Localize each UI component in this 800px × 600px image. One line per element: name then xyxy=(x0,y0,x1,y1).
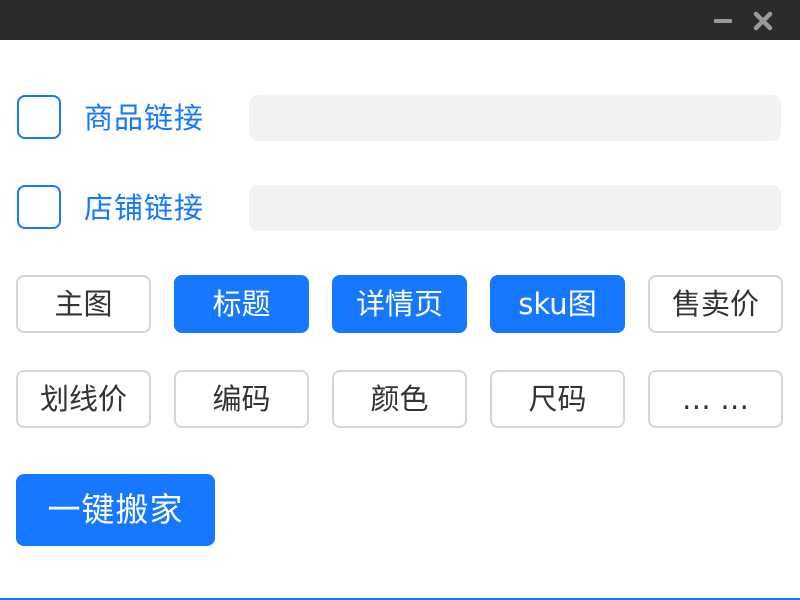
store-link-checkbox[interactable] xyxy=(17,185,61,229)
option-detail-page[interactable]: 详情页 xyxy=(332,275,467,333)
main-panel: 商品链接 店铺链接 主图 标题 详情页 sku图 售卖价 划线价 编码 颜色 尺… xyxy=(0,40,800,600)
option-title[interactable]: 标题 xyxy=(174,275,309,333)
store-link-input[interactable] xyxy=(249,185,781,231)
option-size[interactable]: 尺码 xyxy=(490,370,625,428)
minimize-icon xyxy=(714,19,732,23)
store-link-label: 店铺链接 xyxy=(84,191,205,225)
product-link-checkbox[interactable] xyxy=(17,95,61,139)
option-main-image[interactable]: 主图 xyxy=(16,275,151,333)
close-icon xyxy=(753,11,773,31)
minimize-button[interactable] xyxy=(712,10,734,32)
title-bar[interactable] xyxy=(0,0,800,40)
close-button[interactable] xyxy=(752,10,774,32)
product-link-input[interactable] xyxy=(249,95,781,141)
option-code[interactable]: 编码 xyxy=(174,370,309,428)
one-click-move-button[interactable]: 一键搬家 xyxy=(16,474,215,546)
option-color[interactable]: 颜色 xyxy=(332,370,467,428)
option-list-price[interactable]: 划线价 xyxy=(16,370,151,428)
option-sku-image[interactable]: sku图 xyxy=(490,275,625,333)
product-link-row: 商品链接 xyxy=(0,95,800,141)
product-link-label: 商品链接 xyxy=(84,101,205,135)
store-link-row: 店铺链接 xyxy=(0,185,800,231)
option-more[interactable]: … … xyxy=(648,370,783,428)
option-sale-price[interactable]: 售卖价 xyxy=(648,275,783,333)
